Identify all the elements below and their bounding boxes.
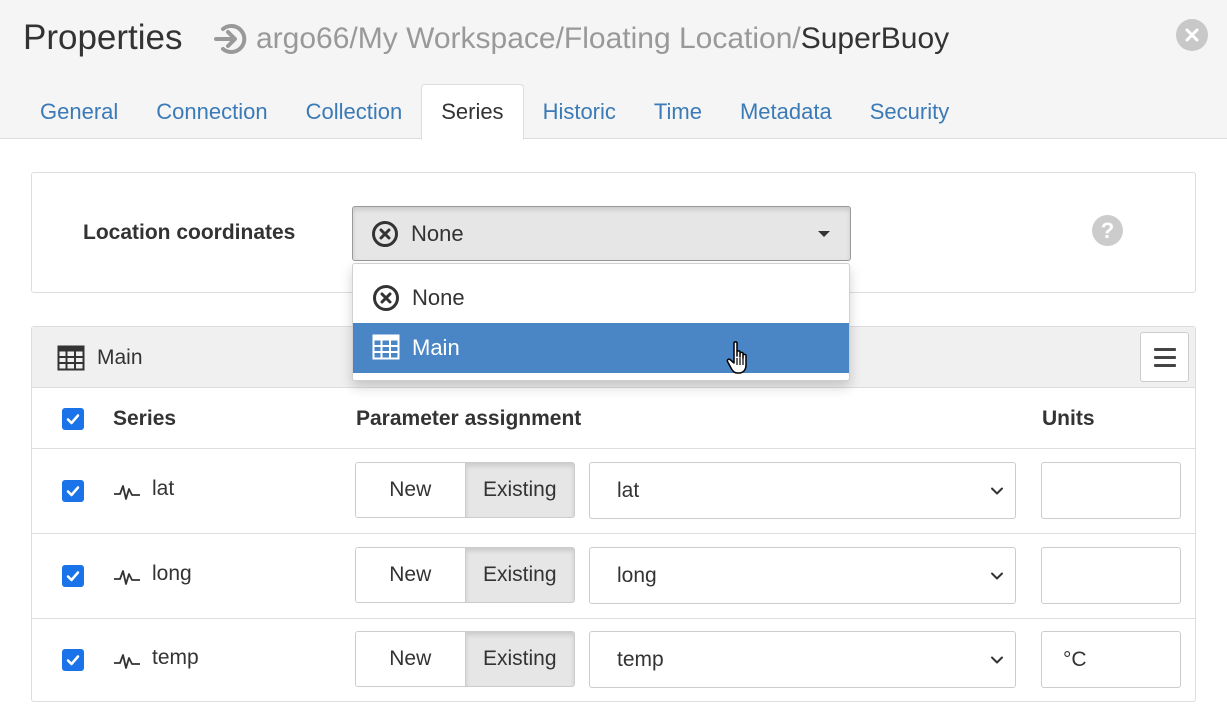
location-select-value: None (411, 220, 464, 246)
location-label: Location coordinates (83, 221, 296, 244)
check-icon (66, 655, 80, 666)
dropdown-option-label: Main (412, 335, 460, 360)
hamburger-icon-bar (1153, 363, 1176, 367)
dialog-header: Properties argo66/My Workspace/Floating … (0, 0, 1227, 140)
dropdown-option-main[interactable]: Main (353, 323, 849, 373)
row-checkbox[interactable] (62, 480, 84, 502)
column-units: Units (1042, 407, 1095, 430)
units-input[interactable] (1041, 547, 1181, 604)
new-button[interactable]: New (356, 632, 466, 686)
assignment-toggle: New Existing (355, 631, 575, 687)
hand-pointer-icon (726, 341, 747, 374)
tab-general[interactable]: General (21, 84, 137, 139)
dialog-title: Properties (23, 18, 183, 57)
dropdown-option-label: None (412, 285, 465, 310)
table-icon (372, 334, 400, 362)
row-checkbox[interactable] (62, 649, 84, 671)
parameter-select-value: long (617, 563, 657, 587)
x-circle-icon (372, 284, 400, 312)
waveform-icon (113, 479, 141, 503)
table-row: lat New Existing lat (32, 449, 1195, 534)
existing-button[interactable]: Existing (465, 463, 574, 517)
breadcrumb-current: SuperBuoy (800, 22, 950, 55)
waveform-icon (113, 564, 141, 588)
location-select[interactable]: None (352, 206, 851, 261)
close-button[interactable] (1176, 19, 1208, 51)
series-panel: Main Series Parameter assignment Units l… (31, 326, 1196, 702)
help-icon[interactable]: ? (1092, 215, 1123, 246)
caret-down-icon (818, 231, 830, 237)
series-name: temp (152, 646, 199, 669)
chevron-down-icon (991, 656, 1003, 664)
row-checkbox[interactable] (62, 565, 84, 587)
column-header-row: Series Parameter assignment Units (32, 388, 1195, 449)
tab-bar: General Connection Collection Series His… (21, 84, 968, 140)
series-panel-title: Main (97, 346, 143, 369)
parameter-select[interactable]: temp (589, 631, 1016, 688)
parameter-select[interactable]: lat (589, 462, 1016, 519)
check-icon (66, 414, 80, 425)
breadcrumb-path: argo66/My Workspace/Floating Location/ (256, 22, 801, 55)
assignment-toggle: New Existing (355, 547, 575, 603)
assignment-toggle: New Existing (355, 462, 575, 518)
parameter-select[interactable]: long (589, 547, 1016, 604)
table-row: temp New Existing temp °C (32, 618, 1195, 703)
hamburger-icon (1153, 347, 1176, 351)
x-circle-icon (371, 220, 399, 248)
units-input[interactable]: °C (1041, 631, 1181, 688)
units-input[interactable] (1041, 462, 1181, 519)
tab-connection[interactable]: Connection (137, 84, 286, 139)
column-parameter: Parameter assignment (356, 407, 582, 430)
location-dropdown-menu: None Main (352, 263, 850, 381)
navigate-arrow-icon (214, 22, 248, 56)
tab-collection[interactable]: Collection (287, 84, 422, 139)
tab-series[interactable]: Series (421, 84, 524, 140)
check-icon (66, 571, 80, 582)
tab-historic[interactable]: Historic (524, 84, 635, 139)
waveform-icon (113, 648, 141, 672)
column-series: Series (113, 407, 177, 430)
tab-security[interactable]: Security (851, 84, 968, 139)
parameter-select-value: temp (617, 647, 664, 671)
table-icon (57, 345, 85, 371)
breadcrumb: argo66/My Workspace/Floating Location/Su… (214, 22, 949, 56)
close-icon (1185, 28, 1199, 42)
tab-metadata[interactable]: Metadata (721, 84, 851, 139)
table-row: long New Existing long (32, 534, 1195, 619)
parameter-select-value: lat (617, 478, 640, 502)
series-name: lat (152, 477, 175, 500)
select-all-checkbox[interactable] (62, 408, 84, 430)
dropdown-option-none[interactable]: None (353, 273, 849, 323)
existing-button[interactable]: Existing (465, 632, 574, 686)
chevron-down-icon (991, 487, 1003, 495)
new-button[interactable]: New (356, 463, 466, 517)
menu-button[interactable] (1140, 332, 1189, 382)
series-name: long (152, 562, 192, 585)
tab-time[interactable]: Time (635, 84, 721, 139)
check-icon (66, 486, 80, 497)
new-button[interactable]: New (356, 548, 466, 602)
existing-button[interactable]: Existing (465, 548, 574, 602)
hamburger-icon-bar (1153, 355, 1176, 359)
chevron-down-icon (991, 572, 1003, 580)
